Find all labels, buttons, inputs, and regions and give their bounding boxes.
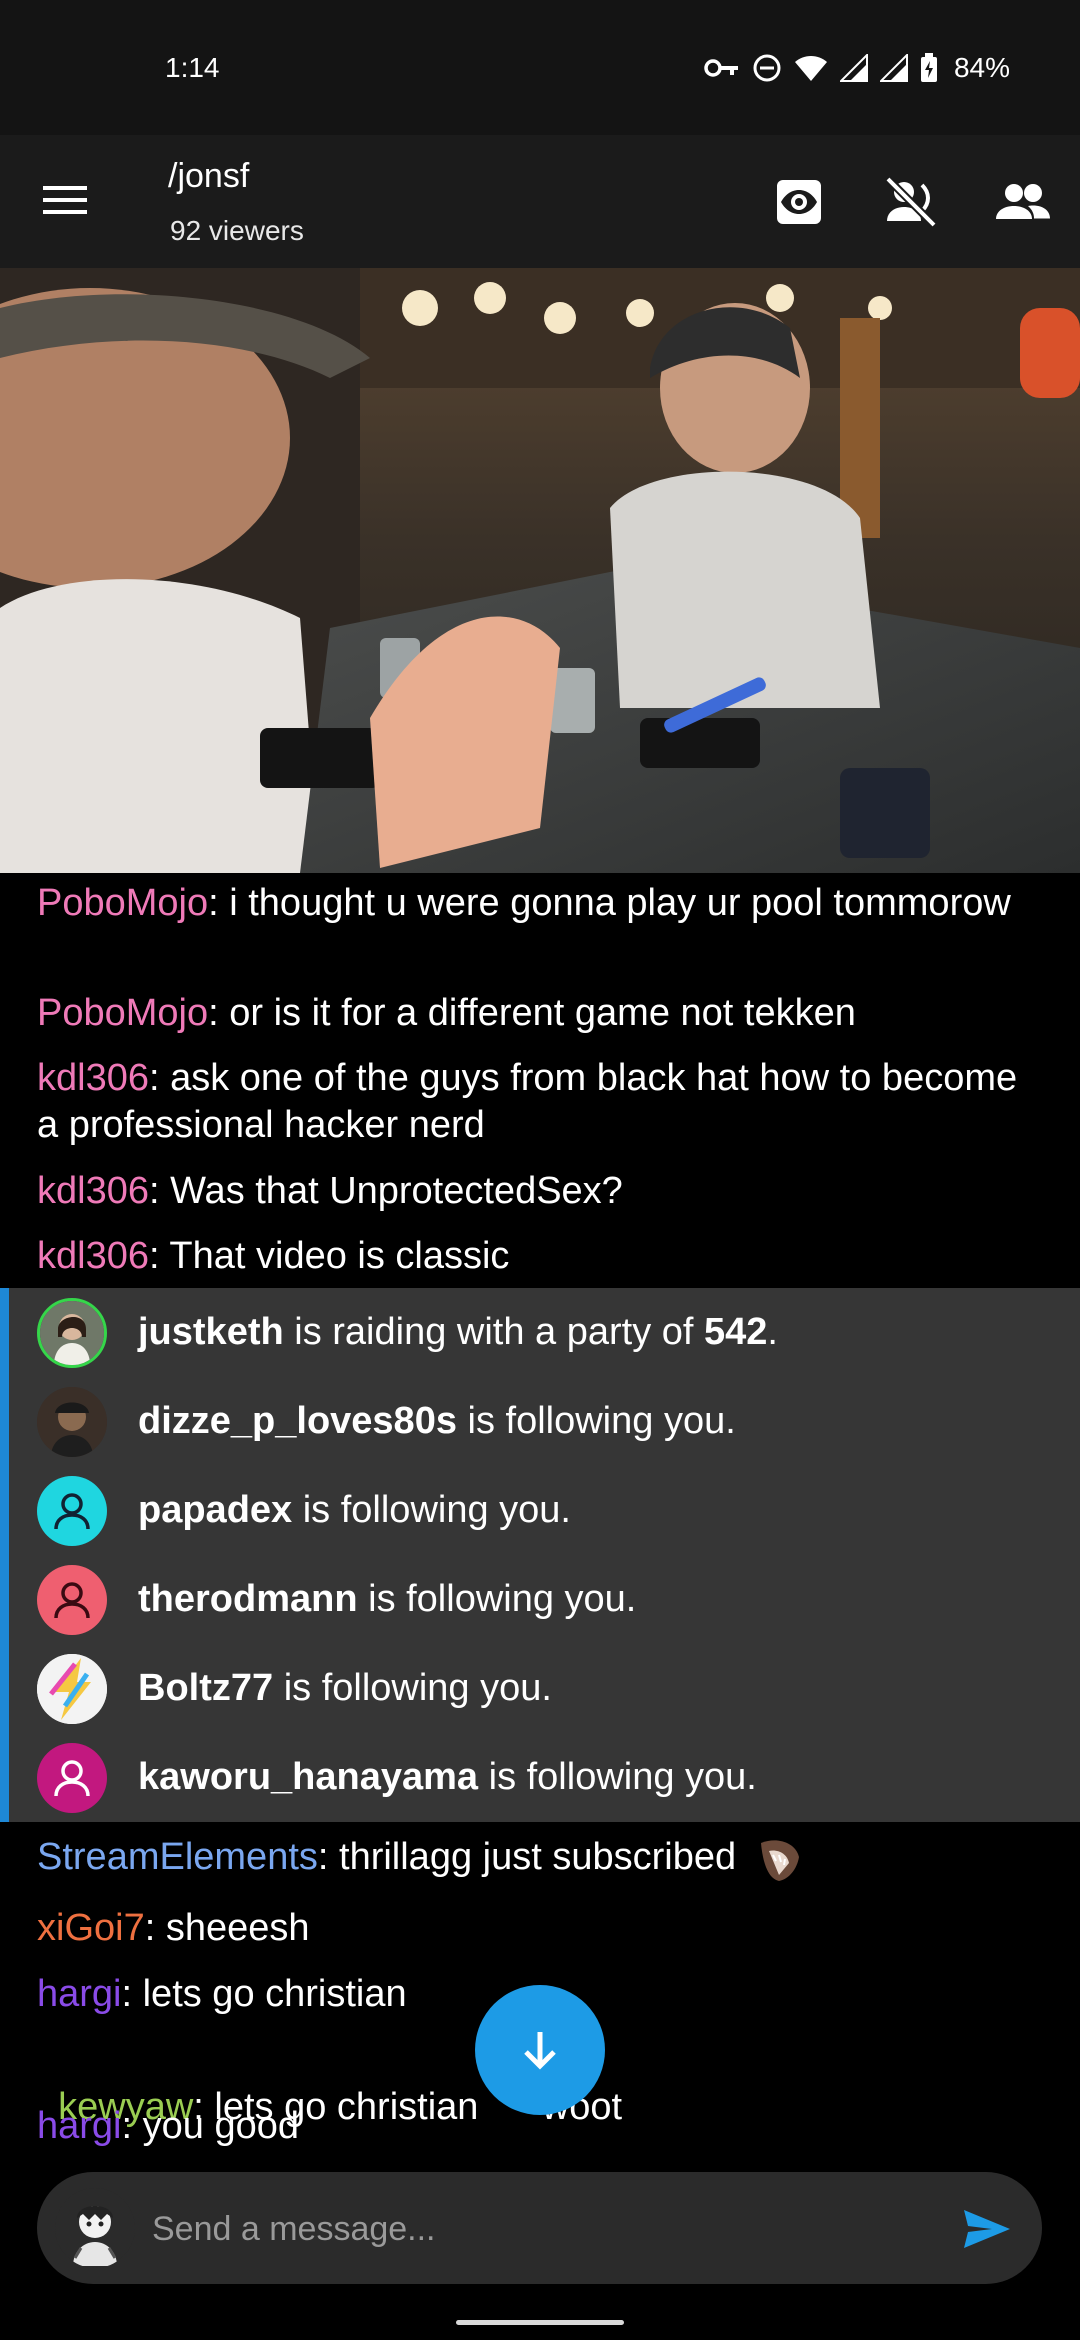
event-text: therodmann is following you. <box>138 1578 637 1620</box>
event-username[interactable]: Boltz77 <box>138 1667 273 1709</box>
chat-username[interactable]: hargi <box>37 2105 122 2147</box>
chat-text: : Was that UnprotectedSex? <box>148 1170 623 1212</box>
chat-text: : thrillagg just subscribed <box>317 1836 737 1878</box>
follow-event[interactable]: therodmann is following you. <box>37 1555 1067 1644</box>
follow-event[interactable]: dizze_p_loves80s is following you. <box>37 1377 1067 1466</box>
message-input[interactable] <box>150 2202 954 2256</box>
event-text: dizze_p_loves80s is following you. <box>138 1400 736 1442</box>
battery-percent: 84% <box>953 52 1010 83</box>
status-time: 1:14 <box>165 52 220 83</box>
raid-event[interactable]: justketh is raiding with a party of 542. <box>37 1288 1067 1377</box>
chat-username[interactable]: PoboMojo <box>37 882 208 924</box>
avatar <box>37 1742 107 1813</box>
raid-count: 542 <box>704 1311 768 1353</box>
chat-message: kdl306: ask one of the guys from black h… <box>37 1055 1037 1149</box>
event-text: kaworu_hanayama is following you. <box>138 1756 757 1798</box>
user-avatar[interactable] <box>55 2188 135 2268</box>
chat-message: PoboMojo: i thought u were gonna play ur… <box>37 880 1037 927</box>
channel-name[interactable]: /jonsf <box>168 157 249 196</box>
chat-username[interactable]: StreamElements <box>37 1836 318 1878</box>
event-username[interactable]: kaworu_hanayama <box>138 1756 478 1798</box>
chat-text: : i thought u were gonna play ur pool to… <box>208 882 1011 924</box>
follow-event[interactable]: papadex is following you. <box>37 1466 1067 1555</box>
chat-username[interactable]: kdl306 <box>37 1235 149 1277</box>
chat-text: : ask one of the guys from black hat how… <box>37 1057 1018 1146</box>
vpn-key-icon <box>704 59 738 77</box>
user-icon <box>54 1492 90 1529</box>
message-composer <box>37 2172 1042 2284</box>
status-bar: 1:14 84% <box>0 0 1080 135</box>
chat-username[interactable]: xiGoi7 <box>37 1907 145 1949</box>
arrow-down-icon <box>524 2032 556 2070</box>
video-frame <box>0 268 1080 873</box>
sub-emote-icon <box>760 1840 799 1881</box>
chat-username[interactable]: kdl306 <box>37 1170 149 1212</box>
avatar <box>37 1297 107 1368</box>
event-username[interactable]: papadex <box>138 1489 292 1531</box>
event-text: papadex is following you. <box>138 1489 571 1531</box>
user-icon <box>54 1759 90 1796</box>
user-icon <box>54 1581 90 1618</box>
wifi-icon <box>794 56 827 81</box>
viewer-count: 92 viewers <box>170 215 304 246</box>
follow-event[interactable]: kaworu_hanayama is following you. <box>37 1733 1067 1822</box>
cell-signal-icon <box>839 54 868 82</box>
avatar <box>37 1386 107 1457</box>
chat-message: kdl306: Was that UnprotectedSex? <box>37 1168 1037 1215</box>
chat-text: : or is it for a different game not tekk… <box>208 992 856 1034</box>
mic-off-icon[interactable] <box>882 173 940 231</box>
chat-text: : lets go christian <box>121 1973 407 2015</box>
stream-video[interactable] <box>0 268 1080 873</box>
eye-icon[interactable] <box>770 173 828 231</box>
avatar <box>37 1475 107 1546</box>
activity-feed: justketh is raiding with a party of 542.… <box>0 1288 1080 1822</box>
event-username[interactable]: dizze_p_loves80s <box>138 1400 457 1442</box>
chat-text: : you good <box>121 2105 299 2147</box>
event-text: justketh is raiding with a party of 542. <box>138 1311 778 1353</box>
avatar <box>37 1653 107 1724</box>
event-username[interactable]: therodmann <box>138 1578 358 1620</box>
chat-text: : That video is classic <box>148 1235 510 1277</box>
chat-text: : sheeesh <box>144 1907 310 1949</box>
chat-username[interactable]: kdl306 <box>37 1057 149 1099</box>
event-username[interactable]: justketh <box>138 1311 284 1353</box>
do-not-disturb-icon <box>753 54 781 82</box>
scroll-to-bottom-button[interactable] <box>475 1985 605 2115</box>
send-icon[interactable] <box>960 2202 1014 2256</box>
chat-message: kdl306: That video is classic <box>37 1233 1037 1280</box>
avatar <box>37 1564 107 1635</box>
event-text: Boltz77 is following you. <box>138 1667 552 1709</box>
chat-username[interactable]: hargi <box>37 1973 122 2015</box>
chat-message: PoboMojo: or is it for a different game … <box>37 990 1037 1037</box>
home-indicator[interactable] <box>456 2320 624 2325</box>
users-icon[interactable] <box>994 173 1052 231</box>
menu-icon[interactable] <box>40 175 90 225</box>
chat-message: StreamElements: thrillagg just subscribe… <box>37 1834 1037 1883</box>
battery-charging-icon <box>920 53 937 82</box>
chat-username[interactable]: PoboMojo <box>37 992 208 1034</box>
cell-signal-icon <box>879 54 908 82</box>
app-bar: /jonsf 92 viewers <box>0 135 1080 268</box>
status-icons: 84% <box>704 48 1010 88</box>
follow-event[interactable]: Boltz77 is following you. <box>37 1644 1067 1733</box>
chat-message: xiGoi7: sheeesh <box>37 1905 1037 1952</box>
